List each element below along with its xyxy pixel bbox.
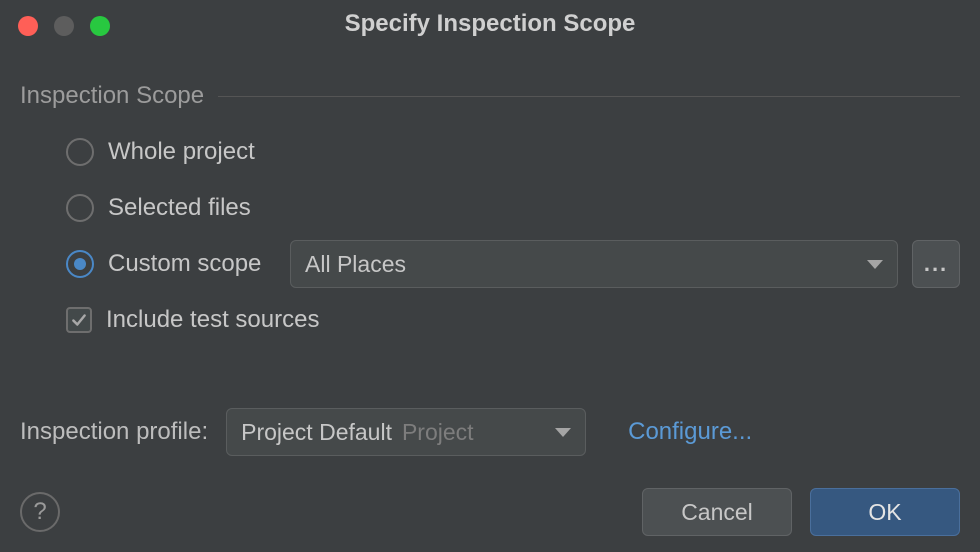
profile-label: Inspection profile:: [20, 418, 208, 446]
zoom-window-button[interactable]: [90, 16, 110, 36]
window-controls: [18, 16, 110, 36]
section-header: Inspection Scope: [20, 82, 960, 110]
profile-value: Project Default: [241, 419, 392, 446]
chevron-down-icon: [555, 428, 571, 437]
whole-project-option[interactable]: Whole project: [66, 124, 960, 180]
include-tests-option[interactable]: Include test sources: [66, 292, 960, 348]
radio-icon: [66, 138, 94, 166]
profile-scope-hint: Project: [402, 419, 545, 446]
configure-link[interactable]: Configure...: [628, 418, 752, 446]
selected-files-option[interactable]: Selected files: [66, 180, 960, 236]
custom-scope-option[interactable]: Custom scope: [66, 250, 276, 278]
help-button[interactable]: ?: [20, 492, 60, 532]
custom-scope-label: Custom scope: [108, 250, 261, 278]
ok-button[interactable]: OK: [810, 488, 960, 536]
profile-row: Inspection profile: Project Default Proj…: [20, 408, 960, 456]
close-window-button[interactable]: [18, 16, 38, 36]
profile-combo[interactable]: Project Default Project: [226, 408, 586, 456]
custom-scope-combo[interactable]: All Places: [290, 240, 898, 288]
minimize-window-button[interactable]: [54, 16, 74, 36]
dialog-footer: ? Cancel OK: [20, 488, 960, 536]
cancel-button[interactable]: Cancel: [642, 488, 792, 536]
dialog-content: Inspection Scope Whole project Selected …: [0, 48, 980, 456]
chevron-down-icon: [867, 260, 883, 269]
radio-icon: [66, 250, 94, 278]
whole-project-label: Whole project: [108, 138, 255, 166]
custom-scope-value: All Places: [305, 251, 867, 278]
radio-icon: [66, 194, 94, 222]
edit-scopes-button[interactable]: ...: [912, 240, 960, 288]
checkbox-icon: [66, 307, 92, 333]
selected-files-label: Selected files: [108, 194, 251, 222]
include-tests-label: Include test sources: [106, 306, 319, 334]
titlebar: Specify Inspection Scope: [0, 0, 980, 48]
window-title: Specify Inspection Scope: [0, 10, 980, 38]
divider: [218, 96, 960, 97]
section-title: Inspection Scope: [20, 82, 204, 110]
options-group: Whole project Selected files Custom scop…: [20, 124, 960, 348]
